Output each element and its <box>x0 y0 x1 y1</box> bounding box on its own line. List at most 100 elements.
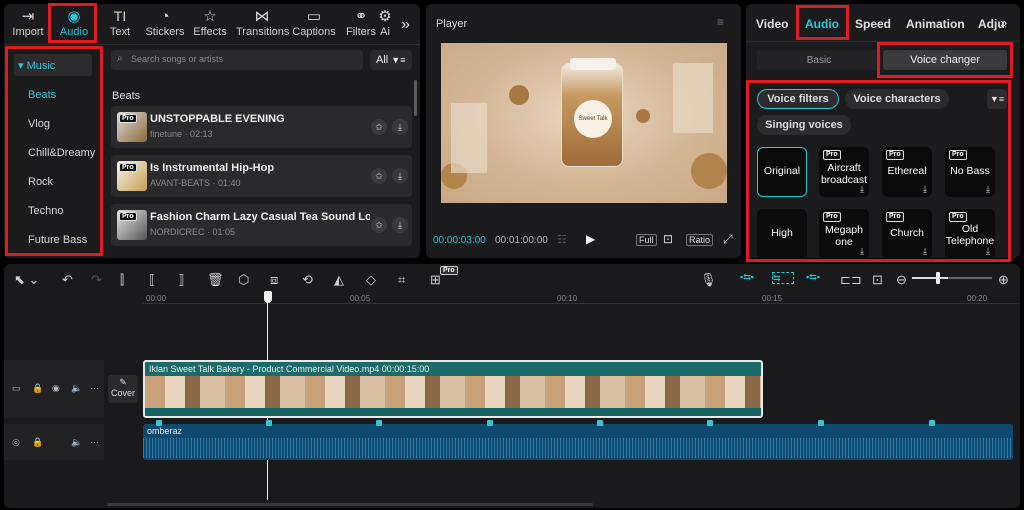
full-button[interactable]: Full <box>636 234 657 246</box>
filter-all-button[interactable]: All ▼≡ <box>370 50 412 70</box>
tab-video[interactable]: Video <box>756 17 788 31</box>
undo-icon[interactable]: ↶ <box>62 272 73 288</box>
tab-audio[interactable]: Audio <box>805 17 839 31</box>
favorite-icon[interactable]: ✩ <box>371 217 387 233</box>
video-clip-label: Iklan Sweet Talk Bakery - Product Commer… <box>149 364 430 374</box>
mute-icon[interactable]: 🔈 <box>71 437 82 448</box>
more-options-icon[interactable]: ··· <box>90 383 99 393</box>
zoom-out-icon[interactable]: ⊖ <box>896 272 907 288</box>
sidebar-item-beats[interactable]: Beats <box>28 89 56 101</box>
toolbar-effects[interactable]: ☆ Effects <box>184 6 236 38</box>
main-track-magnet-icon[interactable]: ▪⇆▪ <box>740 272 762 284</box>
tab-speed[interactable]: Speed <box>855 17 891 31</box>
sidebar-item-techno[interactable]: Techno <box>28 205 63 217</box>
track-thumbnail: Pro <box>117 161 147 191</box>
subtab-voice-changer[interactable]: Voice changer <box>883 50 1007 70</box>
download-icon[interactable]: ⤓ <box>860 184 864 195</box>
search-input[interactable]: Search songs or artists <box>131 54 223 64</box>
timeline-view-icon[interactable]: ☷ <box>557 233 567 246</box>
search-box[interactable]: ⌕ Search songs or artists <box>111 50 363 70</box>
play-button[interactable]: ▶ <box>586 232 595 246</box>
toolbar-adjust[interactable]: ⚙ Ai <box>370 6 400 38</box>
toolbar-import[interactable]: ⇥ Import <box>2 6 54 38</box>
voice-megaphone[interactable]: Pro Megaphone ⤓ <box>819 209 869 259</box>
voice-aircraft-broadcast[interactable]: Pro Aircraft broadcast ⤓ <box>819 147 869 197</box>
auto-snap-icon[interactable]: ⇆ <box>772 272 794 284</box>
music-track[interactable]: Pro Fashion Charm Lazy Casual Tea Sound … <box>111 204 412 246</box>
fullscreen-icon[interactable]: ⤢ <box>723 232 733 247</box>
voice-high[interactable]: High <box>757 209 807 259</box>
snapshot-icon[interactable]: ⊡ <box>663 232 673 246</box>
preview-axis-icon[interactable]: ⊏⊐ <box>840 272 862 288</box>
split-left-icon[interactable]: ⟦ <box>149 272 155 288</box>
reverse-icon[interactable]: ⟲ <box>302 272 313 288</box>
toolbar-captions[interactable]: ▭ Captions <box>288 6 340 38</box>
download-icon[interactable]: ⤓ <box>392 119 408 135</box>
redo-icon[interactable]: ↷ <box>91 272 102 288</box>
download-icon[interactable]: ⤓ <box>986 184 990 195</box>
lock-icon[interactable]: 🔒 <box>32 437 43 448</box>
crop-icon[interactable]: ⌗ <box>398 272 405 288</box>
chip-voice-filters[interactable]: Voice filters <box>757 89 839 109</box>
audio-clip[interactable]: omberaz <box>143 424 1013 460</box>
voice-church[interactable]: Pro Church ⤓ <box>882 209 932 259</box>
playhead-handle[interactable] <box>264 291 272 303</box>
favorite-icon[interactable]: ✩ <box>371 119 387 135</box>
toolbar-audio[interactable]: ◉ Audio <box>48 6 100 38</box>
timeline-scrollbar[interactable] <box>107 503 593 506</box>
music-track[interactable]: Pro Is Instrumental Hip-Hop AVANT-BEATS … <box>111 155 412 197</box>
zoom-in-icon[interactable]: ⊕ <box>998 272 1009 288</box>
microphone-icon[interactable]: 🎙 <box>700 272 717 288</box>
ruler-line <box>143 303 1019 304</box>
zoom-fit-icon[interactable]: ⊡ <box>872 272 883 288</box>
download-icon[interactable]: ⤓ <box>392 168 408 184</box>
zoom-slider[interactable] <box>912 272 992 284</box>
mirror-icon[interactable]: ◭ <box>334 272 344 288</box>
more-options-icon[interactable]: ··· <box>90 437 99 447</box>
sidebar-item-rock[interactable]: Rock <box>28 176 53 188</box>
player-menu-icon[interactable]: ≡ <box>717 15 724 29</box>
favorite-icon[interactable]: ✩ <box>371 168 387 184</box>
music-list-scrollbar[interactable] <box>414 80 417 116</box>
toolbar-transitions[interactable]: ⋈ Transitions <box>236 6 289 38</box>
download-icon[interactable]: ⤓ <box>392 217 408 233</box>
chip-singing-voices[interactable]: Singing voices <box>757 115 851 135</box>
visibility-icon[interactable]: ◉ <box>52 383 60 394</box>
sidebar-item-vlog[interactable]: Vlog <box>28 118 50 130</box>
select-tool-icon[interactable]: ⬉ ⌄ <box>14 272 39 288</box>
ratio-button[interactable]: Ratio <box>686 234 714 246</box>
delete-icon[interactable]: 🗑 <box>207 272 224 288</box>
download-icon[interactable]: ⤓ <box>986 246 990 257</box>
player-viewport[interactable]: Sweet Talk <box>441 43 727 203</box>
download-icon[interactable]: ⤓ <box>923 246 927 257</box>
voice-old-telephone[interactable]: Pro Old Telephone ⤓ <box>945 209 995 259</box>
music-track[interactable]: Pro UNSTOPPABLE EVENING finetune · 02:13… <box>111 106 412 148</box>
filter-sort-icon[interactable]: ▼≡ <box>987 89 1007 109</box>
tabs-more-icon[interactable]: » <box>1000 15 1007 30</box>
subtab-basic[interactable]: Basic <box>757 50 881 70</box>
split-right-icon[interactable]: ⟧ <box>178 272 184 288</box>
freeze-icon[interactable]: ⧈ <box>270 272 278 288</box>
mark-icon[interactable]: ⬡ <box>238 272 249 288</box>
voice-original[interactable]: Original <box>757 147 807 197</box>
linkage-icon[interactable]: ▪⇆▪ <box>806 272 828 284</box>
voice-ethereal[interactable]: Pro Ethereal ⤓ <box>882 147 932 197</box>
audio-clip-label: omberaz <box>147 426 183 436</box>
sidebar-item-chill-dreamy[interactable]: Chill&Dreamy <box>28 147 95 159</box>
chip-voice-characters[interactable]: Voice characters <box>845 89 949 109</box>
download-icon[interactable]: ⤓ <box>923 184 927 195</box>
toolbar-more-icon[interactable]: » <box>401 16 410 34</box>
video-clip[interactable]: Iklan Sweet Talk Bakery - Product Commer… <box>143 360 763 418</box>
tab-animation[interactable]: Animation <box>906 17 965 31</box>
sidebar-item-future-bass[interactable]: Future Bass <box>28 234 87 246</box>
lock-icon[interactable]: 🔒 <box>32 383 43 394</box>
mute-icon[interactable]: 🔈 <box>71 383 82 394</box>
zoom-slider-thumb[interactable] <box>936 272 940 284</box>
rotate-icon[interactable]: ◇ <box>366 272 376 288</box>
download-icon[interactable]: ⤓ <box>860 246 864 257</box>
cover-button[interactable]: ✎ Cover <box>108 375 138 403</box>
split-icon[interactable]: ⫿ <box>120 272 124 288</box>
voice-no-bass[interactable]: Pro No Bass ⤓ <box>945 147 995 197</box>
auto-reframe-icon[interactable]: ⊞ <box>430 272 441 288</box>
zoom-slider-fill <box>912 277 948 279</box>
